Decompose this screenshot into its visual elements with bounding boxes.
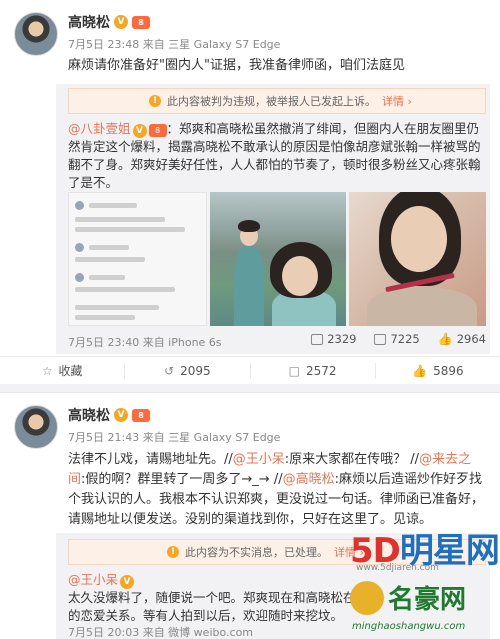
comment-icon [374,333,387,345]
notice-text: 此内容为不实消息，已处理。 [185,546,328,559]
author-name-row: 高晓松 V 8 [68,12,150,32]
repost-meta: 7月5日 23:40 来自 iPhone 6s [68,336,222,349]
post-text: 麻烦请你准备好"圈内人"证据，我准备律师函，咱们法庭见 [68,58,405,73]
author-avatar[interactable] [14,12,58,56]
portrait-photo-image[interactable] [349,192,487,326]
author-name-row: 高晓松 V 8 [68,405,150,425]
author-name[interactable]: 高晓松 [68,12,110,32]
star-icon: ☆ [41,363,53,378]
repost-icon [311,333,324,345]
weibo-post-1: 高晓松 V 8 7月5日 23:48 来自 三星 Galaxy S7 Edge … [0,0,500,384]
repost-text: 太久没爆料了，随便说一个吧。郑爽现在和高晓松在 [68,590,356,605]
costume-photo-image[interactable] [209,192,347,326]
warning-icon: ! [149,95,161,107]
verified-icon: V [132,124,147,138]
like-icon: 👍 [412,363,428,378]
author-avatar[interactable] [14,405,58,449]
verified-icon: V [114,408,128,422]
favorite-button[interactable]: ☆ 收藏 [0,362,126,379]
minghao-watermark-name: 名豪网 [388,585,467,615]
mention-link[interactable]: @王小呆 [233,452,285,467]
like-button[interactable]: 👍 5896 [376,363,500,379]
mention-link[interactable]: @高晓松 [283,472,335,487]
repost-author-link[interactable]: @王小呆 [68,572,118,587]
violation-notice: ! 此内容被判为违规，被举报人已发起上诉。 详情 › [68,88,486,114]
repost-count[interactable]: 2329 [311,332,356,346]
post-meta: 7月5日 23:48 来自 三星 Galaxy S7 Edge [68,38,281,51]
like-icon: 👍 [437,332,453,346]
verified-icon: V [114,15,128,29]
notice-details-link[interactable]: 详情 › [382,93,412,109]
repost-stats: 2329 7225 👍 2964 [311,332,486,346]
repost-image-grid [68,192,487,326]
post-separator [0,384,500,392]
repost-text-block: @八卦壹姐 V 8 ：郑爽和高晓松虽然撤消了绯闻，但圈内人在朋友圈里仍然肯定这个爆料，… [68,120,486,192]
repost-author-link[interactable]: @八卦壹姐 [68,121,131,136]
vip-level-icon: 8 [132,15,150,29]
5d-watermark-url: www.5djiaren.com [356,563,439,573]
minghao-watermark-url: minghaoshangwu.com [352,621,466,632]
notice-text: 此内容被判为违规，被举报人已发起上诉。 [167,95,376,108]
comment-count[interactable]: 7225 [374,332,420,346]
post-action-bar: ☆ 收藏 ↺ 2095 □ 2572 👍 5896 [0,356,500,384]
chat-screenshot-image[interactable] [68,192,207,326]
like-count[interactable]: 👍 2964 [438,332,486,346]
repost-meta: 7月5日 20:03 来自 微博 weibo.com [68,626,254,639]
repost-icon: ↺ [164,363,175,378]
post-text: 法律不儿戏，请赐地址先。//@王小呆:原来大家都在传哦？ //@来去之间:假的啊… [68,452,485,527]
minghao-watermark: 名豪网 minghaoshangwu.com [350,575,500,639]
minghao-logo-icon [350,581,384,615]
comment-icon: □ [288,363,301,378]
repost-text-line2: 的恋爱关系。等有人拍到以后，欢迎随时来挖坟。 [68,608,344,623]
vip-level-icon: 8 [148,124,167,137]
verified-icon: V [120,575,135,589]
comment-button[interactable]: □ 2572 [251,362,376,379]
author-name[interactable]: 高晓松 [68,405,110,425]
warning-icon: ! [167,546,179,558]
vip-level-icon: 8 [132,408,150,422]
post-meta: 7月5日 21:43 来自 三星 Galaxy S7 Edge [68,431,281,444]
repost-button[interactable]: ↺ 2095 [125,362,251,379]
